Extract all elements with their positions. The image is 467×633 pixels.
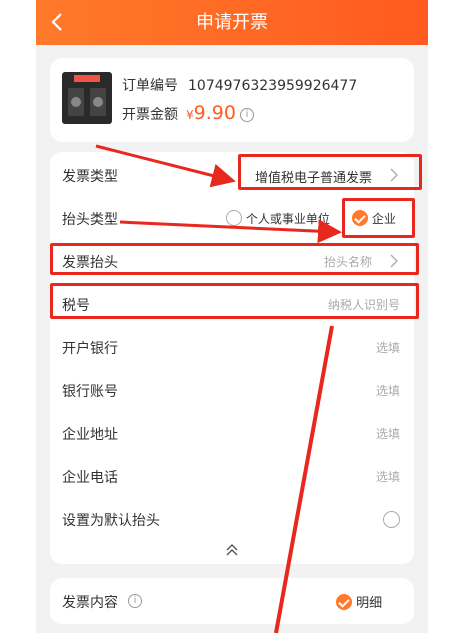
annotation-arrows bbox=[95, 144, 342, 633]
